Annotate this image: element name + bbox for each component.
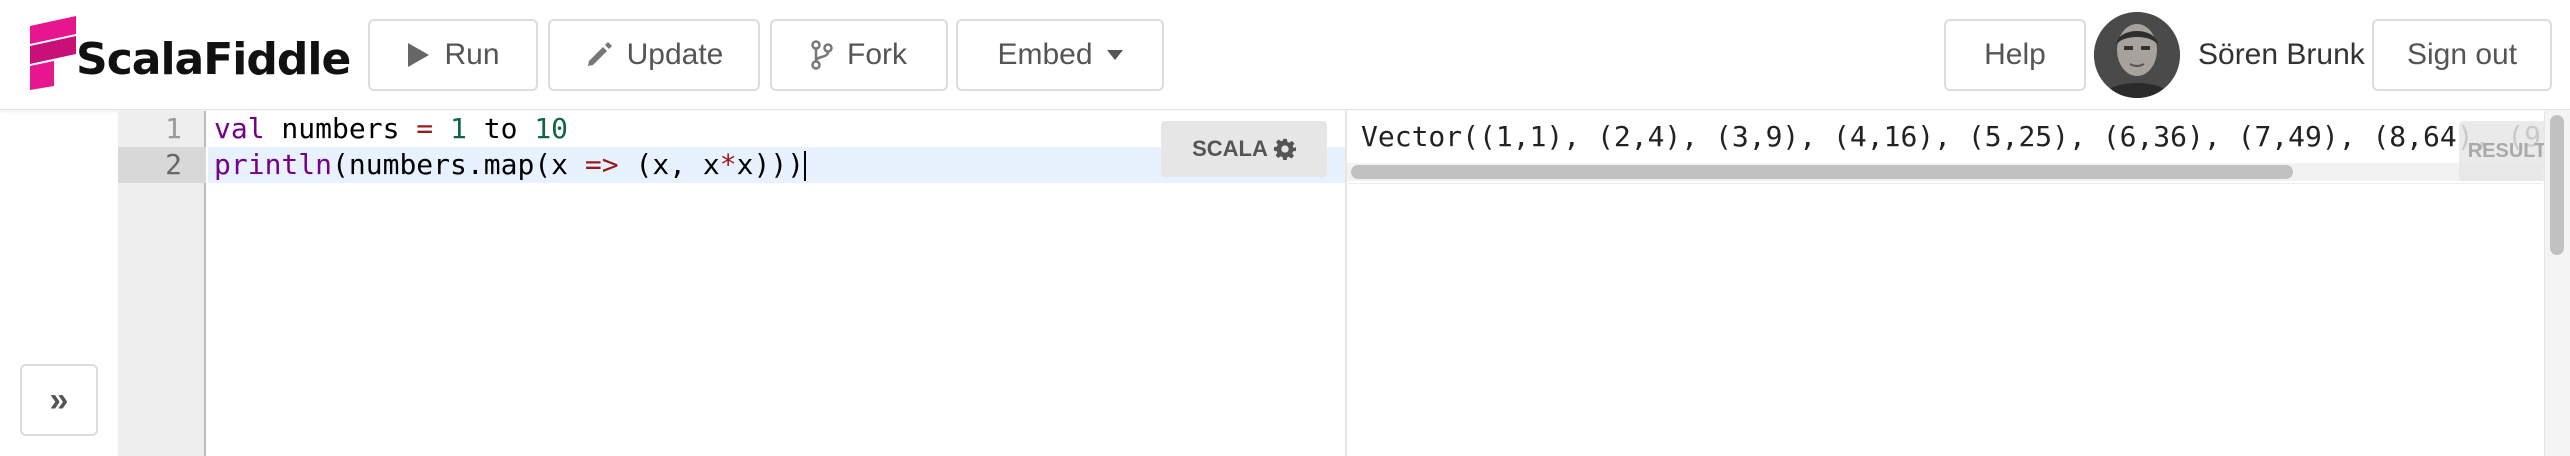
play-icon [408,43,430,67]
language-label: SCALA [1192,136,1268,161]
fork-button[interactable]: Fork [770,19,948,91]
embed-button-label: Embed [997,38,1093,71]
gear-icon [1273,138,1296,160]
number-token: 1 [450,112,467,145]
vertical-scrollbar-thumb[interactable] [2550,115,2564,255]
number-token: 10 [534,112,569,145]
logo-text: ScalaFiddle [76,34,351,85]
pencil-icon [587,42,612,66]
help-button[interactable]: Help [1944,19,2086,91]
line-number: 1 [165,112,182,145]
result-output: Vector((1,1), (2,4), (3,9), (4,16), (5,2… [1361,120,2542,153]
run-button[interactable]: Run [368,19,538,91]
code-line-text: println(numbers.map(x => (x, x*x))) [214,148,805,181]
text-cursor [804,151,807,181]
embed-button[interactable]: Embed [956,19,1164,91]
identifier-token: to [466,112,535,145]
update-button[interactable]: Update [548,19,760,91]
expand-sidebar-button[interactable]: » [20,364,98,436]
scalafiddle-logo[interactable]: ScalaFiddle [26,12,356,92]
help-button-label: Help [1984,38,2046,71]
result-badge: RESULT [2459,121,2555,181]
double-chevron-right-icon: » [49,380,69,419]
top-bar: ScalaFiddle Run Update Fork Embed Help S… [0,0,2570,110]
identifier-token: numbers [264,112,417,145]
keyword-token: val [214,112,265,145]
avatar[interactable] [2094,12,2180,98]
code-editor[interactable]: 1 2 val numbers = 1 to 10 println(number… [118,111,1345,456]
branch-icon [811,40,833,70]
fork-button-label: Fork [847,38,907,71]
caret-down-icon [1106,50,1123,60]
code-line[interactable]: println(numbers.map(x => (x, x*x))) [214,147,807,183]
sign-out-button[interactable]: Sign out [2372,19,2552,91]
sign-out-button-label: Sign out [2406,38,2518,71]
update-button-label: Update [626,38,724,71]
line-number-gutter: 1 2 [118,111,206,456]
run-button-label: Run [444,38,500,71]
output-separator [1347,183,2542,184]
language-selector[interactable]: SCALA [1161,121,1327,177]
horizontal-scrollbar-thumb[interactable] [1351,165,2293,179]
code-line[interactable]: val numbers = 1 to 10 [214,111,568,147]
operator-token: = [416,112,434,145]
line-number: 2 [165,148,182,181]
result-pane: Vector((1,1), (2,4), (3,9), (4,16), (5,2… [1347,111,2570,456]
user-name[interactable]: Sören Brunk [2198,19,2365,91]
